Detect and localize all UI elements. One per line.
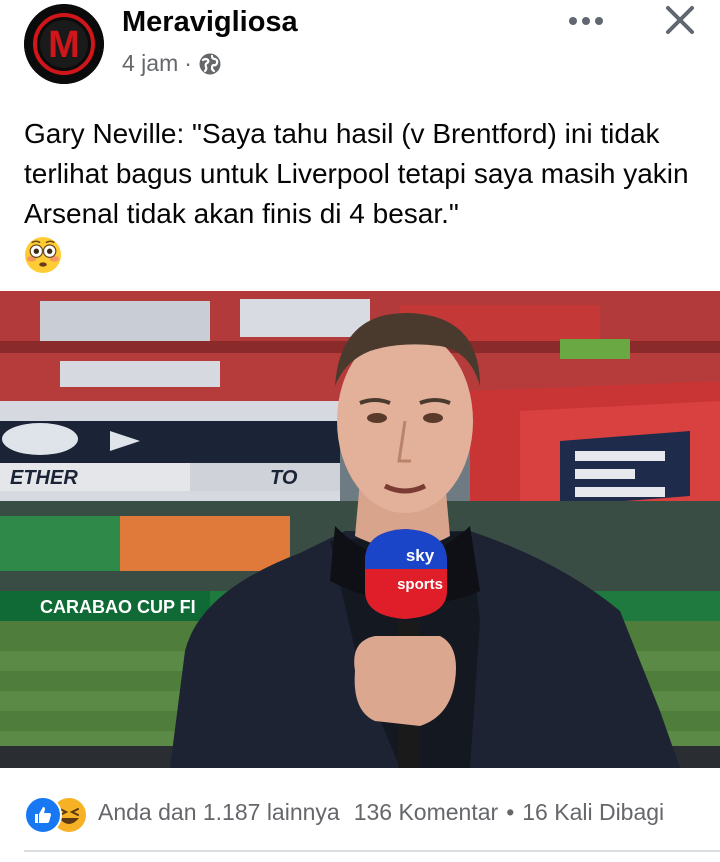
close-button[interactable] [660, 0, 700, 40]
logo-letter: M [48, 24, 80, 66]
post-text: Gary Neville: "Saya tahu hasil (v Brentf… [24, 118, 689, 229]
stadium-interview-photo: ETHER TO CARABAO CUP FI sky sports [0, 291, 720, 768]
reaction-icons[interactable] [24, 792, 90, 834]
more-dots-icon [569, 17, 603, 25]
post-header: M Meravigliosa 4 jam · [0, 0, 720, 100]
post-meta: 4 jam · [122, 50, 222, 77]
stadium-banner-text: CARABAO CUP FI [40, 597, 196, 617]
globe-icon [199, 53, 221, 74]
shares-count[interactable]: 16 Kali Dibagi [522, 799, 664, 826]
stand-text-left: ETHER [10, 467, 78, 489]
like-reaction-icon [24, 796, 62, 834]
more-options-button[interactable] [566, 6, 606, 36]
flushed-face-emoji-icon [24, 236, 62, 274]
page-avatar[interactable]: M [24, 4, 104, 84]
comments-count[interactable]: 136 Komentar [354, 799, 498, 826]
reactions-summary[interactable]: Anda dan 1.187 lainnya [98, 799, 340, 826]
close-icon [666, 6, 694, 34]
page-logo: M [24, 4, 104, 84]
meta-separator: · [184, 50, 192, 76]
timestamp[interactable]: 4 jam [122, 50, 178, 77]
post-footer: Anda dan 1.187 lainnya 136 Komentar • 16… [0, 790, 720, 834]
page-name[interactable]: Meravigliosa [122, 6, 298, 39]
mic-brand-top: sky [406, 546, 435, 565]
footer-divider [24, 850, 720, 852]
mic-brand-bottom: sports [397, 576, 443, 593]
post-photo[interactable]: ETHER TO CARABAO CUP FI sky sports [0, 291, 720, 768]
footer-dot: • [506, 798, 515, 825]
stand-text-mid: TO [270, 467, 298, 489]
post-body: Gary Neville: "Saya tahu hasil (v Brentf… [24, 114, 704, 274]
